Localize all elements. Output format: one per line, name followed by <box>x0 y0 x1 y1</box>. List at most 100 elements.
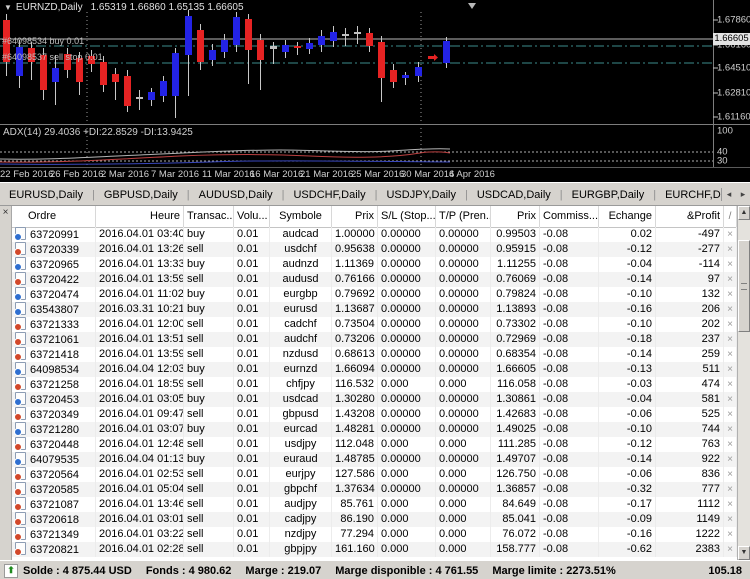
chart-tab-audusd[interactable]: AUDUSD,Daily <box>190 189 282 201</box>
chart-tab-usdchf[interactable]: USDCHF,Daily <box>284 189 374 201</box>
close-order-icon[interactable]: × <box>724 302 736 317</box>
close-order-icon[interactable]: × <box>724 272 736 287</box>
order-row-63720585[interactable]: 637205852016.04.01 05:04:10sell0.01gbpch… <box>12 482 737 497</box>
table-scrollbar[interactable]: ▲ ▼ <box>737 206 750 560</box>
cell-sl: 0.000 <box>378 542 436 557</box>
close-order-icon[interactable]: × <box>724 377 736 392</box>
order-row-63720991[interactable]: 637209912016.04.01 03:40:27buy0.01audcad… <box>12 227 737 242</box>
order-row-63720821[interactable]: 637208212016.04.01 02:28:25sell0.01gbpjp… <box>12 542 737 557</box>
cell-px2: 1.11255 <box>491 257 540 272</box>
order-row-63720965[interactable]: 637209652016.04.01 13:33:49buy0.01audnzd… <box>12 257 737 272</box>
scroll-down-icon[interactable]: ▼ <box>738 546 750 560</box>
close-order-icon[interactable]: × <box>724 527 736 542</box>
chart-dropdown-icon[interactable]: ▼ <box>4 3 12 12</box>
order-row-63721333[interactable]: 637213332016.04.01 12:00:49sell0.01cadch… <box>12 317 737 332</box>
column-header-sym[interactable]: Symbole <box>270 206 332 227</box>
close-order-icon[interactable]: × <box>724 392 736 407</box>
chart-tab-eurusd[interactable]: EURUSD,Daily <box>0 189 92 201</box>
cell-type: sell <box>184 467 234 482</box>
close-order-icon[interactable]: × <box>724 452 736 467</box>
tab-scroll-left-icon[interactable]: ◂ <box>727 189 732 200</box>
column-header-id[interactable]: Ordre <box>12 206 96 227</box>
close-order-icon[interactable]: × <box>724 332 736 347</box>
order-row-63720339[interactable]: 637203392016.04.01 13:26:01sell0.01usdch… <box>12 242 737 257</box>
order-row-63720349[interactable]: 637203492016.04.01 09:47:58sell0.01gbpus… <box>12 407 737 422</box>
chart-tab-usdcad[interactable]: USDCAD,Daily <box>468 189 560 201</box>
close-order-icon[interactable]: × <box>724 287 736 302</box>
order-row-63720474[interactable]: 637204742016.04.01 11:02:37buy0.01eurgbp… <box>12 287 737 302</box>
chart-tab-eurgbp[interactable]: EURGBP,Daily <box>563 189 654 201</box>
cell-sl: 0.00000 <box>378 257 436 272</box>
close-panel-icon[interactable]: × <box>0 208 11 218</box>
order-id: 63721349 <box>30 529 79 541</box>
tab-scroll-arrows: ◂ ▸ <box>721 188 750 202</box>
column-header-px[interactable]: Prix <box>332 206 378 227</box>
cell-sl: 0.00000 <box>378 392 436 407</box>
column-header-pft[interactable]: &Profit <box>656 206 724 227</box>
column-header-vol[interactable]: Volu... <box>234 206 270 227</box>
chart-tab-gbpusd[interactable]: GBPUSD,Daily <box>95 189 187 201</box>
order-type-icon-buy <box>15 422 26 435</box>
chart-tab-eurchf[interactable]: EURCHF,Daily <box>656 189 721 201</box>
close-order-icon[interactable]: × <box>724 347 736 362</box>
close-order-icon[interactable]: × <box>724 362 736 377</box>
close-order-icon[interactable]: × <box>724 317 736 332</box>
tab-scroll-right-icon[interactable]: ▸ <box>741 189 746 200</box>
price-axis: 1.678601.661601.645101.628101.6116010040… <box>714 0 750 182</box>
order-row-63720618[interactable]: 637206182016.04.01 03:01:13sell0.01cadjp… <box>12 512 737 527</box>
order-row-63721280[interactable]: 637212802016.04.01 03:07:11buy0.01eurcad… <box>12 422 737 437</box>
column-header-com[interactable]: Commiss... <box>540 206 599 227</box>
cell-sym: audchf <box>270 332 332 347</box>
order-row-64098534[interactable]: 640985342016.04.04 12:03:53buy0.01eurnzd… <box>12 362 737 377</box>
close-order-icon[interactable]: × <box>724 422 736 437</box>
close-order-icon[interactable]: × <box>724 257 736 272</box>
cell-sl: 0.00000 <box>378 317 436 332</box>
cell-vol: 0.01 <box>234 227 270 242</box>
column-header-sl[interactable]: S/L (Stop... <box>378 206 436 227</box>
cell-swp: -0.16 <box>599 302 656 317</box>
order-type-icon-sell <box>15 317 26 330</box>
order-row-63720453[interactable]: 637204532016.04.01 03:05:58buy0.01usdcad… <box>12 392 737 407</box>
column-header-tp[interactable]: T/P (Pren... <box>436 206 491 227</box>
close-order-icon[interactable]: × <box>724 227 736 242</box>
close-order-icon[interactable]: × <box>724 407 736 422</box>
cell-swp: -0.18 <box>599 332 656 347</box>
close-order-icon[interactable]: × <box>724 482 736 497</box>
order-row-63720564[interactable]: 637205642016.04.01 02:53:31sell0.01eurjp… <box>12 467 737 482</box>
cell-swp: -0.14 <box>599 452 656 467</box>
order-row-63721061[interactable]: 637210612016.04.01 13:51:51sell0.01audch… <box>12 332 737 347</box>
order-row-63543807[interactable]: 635438072016.03.31 10:21:52buy0.01eurusd… <box>12 302 737 317</box>
close-order-icon[interactable]: × <box>724 542 736 557</box>
close-order-icon[interactable]: × <box>724 497 736 512</box>
order-row-63720422[interactable]: 637204222016.04.01 13:59:57sell0.01audus… <box>12 272 737 287</box>
order-id: 63543807 <box>30 304 79 316</box>
cell-px2: 116.058 <box>491 377 540 392</box>
cell-time: 2016.04.01 02:28:25 <box>96 542 184 557</box>
cell-px2: 0.99503 <box>491 227 540 242</box>
order-row-63721258[interactable]: 637212582016.04.01 18:59:49sell0.01chfjp… <box>12 377 737 392</box>
column-header-type[interactable]: Transac... <box>184 206 234 227</box>
close-order-icon[interactable]: × <box>724 437 736 452</box>
order-row-63720448[interactable]: 637204482016.04.01 12:48:33sell0.01usdjp… <box>12 437 737 452</box>
cell-time: 2016.04.01 12:00:49 <box>96 317 184 332</box>
column-header-px2[interactable]: Prix <box>491 206 540 227</box>
order-row-63721349[interactable]: 637213492016.04.01 03:22:29sell0.01nzdjp… <box>12 527 737 542</box>
cell-swp: -0.32 <box>599 482 656 497</box>
column-header-swp[interactable]: Echange <box>599 206 656 227</box>
price-chart[interactable]: ▼EURNZD,Daily1.65319 1.66860 1.65135 1.6… <box>0 0 750 182</box>
column-header-time[interactable]: Heure <box>96 206 184 227</box>
close-order-icon[interactable]: × <box>724 467 736 482</box>
close-order-icon[interactable]: × <box>724 512 736 527</box>
close-order-icon[interactable]: × <box>724 242 736 257</box>
order-row-63721087[interactable]: 637210872016.04.01 13:46:10sell0.01audjp… <box>12 497 737 512</box>
order-row-63721418[interactable]: 637214182016.04.01 13:59:56sell0.01nzdus… <box>12 347 737 362</box>
cell-com: -0.08 <box>540 302 599 317</box>
cell-vol: 0.01 <box>234 527 270 542</box>
order-type-icon-sell <box>15 437 26 450</box>
scrollbar-thumb[interactable] <box>738 240 750 332</box>
candles <box>3 10 450 118</box>
chart-tab-usdjpy[interactable]: USDJPY,Daily <box>377 189 465 201</box>
cell-px: 127.586 <box>332 467 378 482</box>
scroll-up-icon[interactable]: ▲ <box>738 206 750 220</box>
order-row-64079535[interactable]: 640795352016.04.04 01:13:52buy0.01euraud… <box>12 452 737 467</box>
